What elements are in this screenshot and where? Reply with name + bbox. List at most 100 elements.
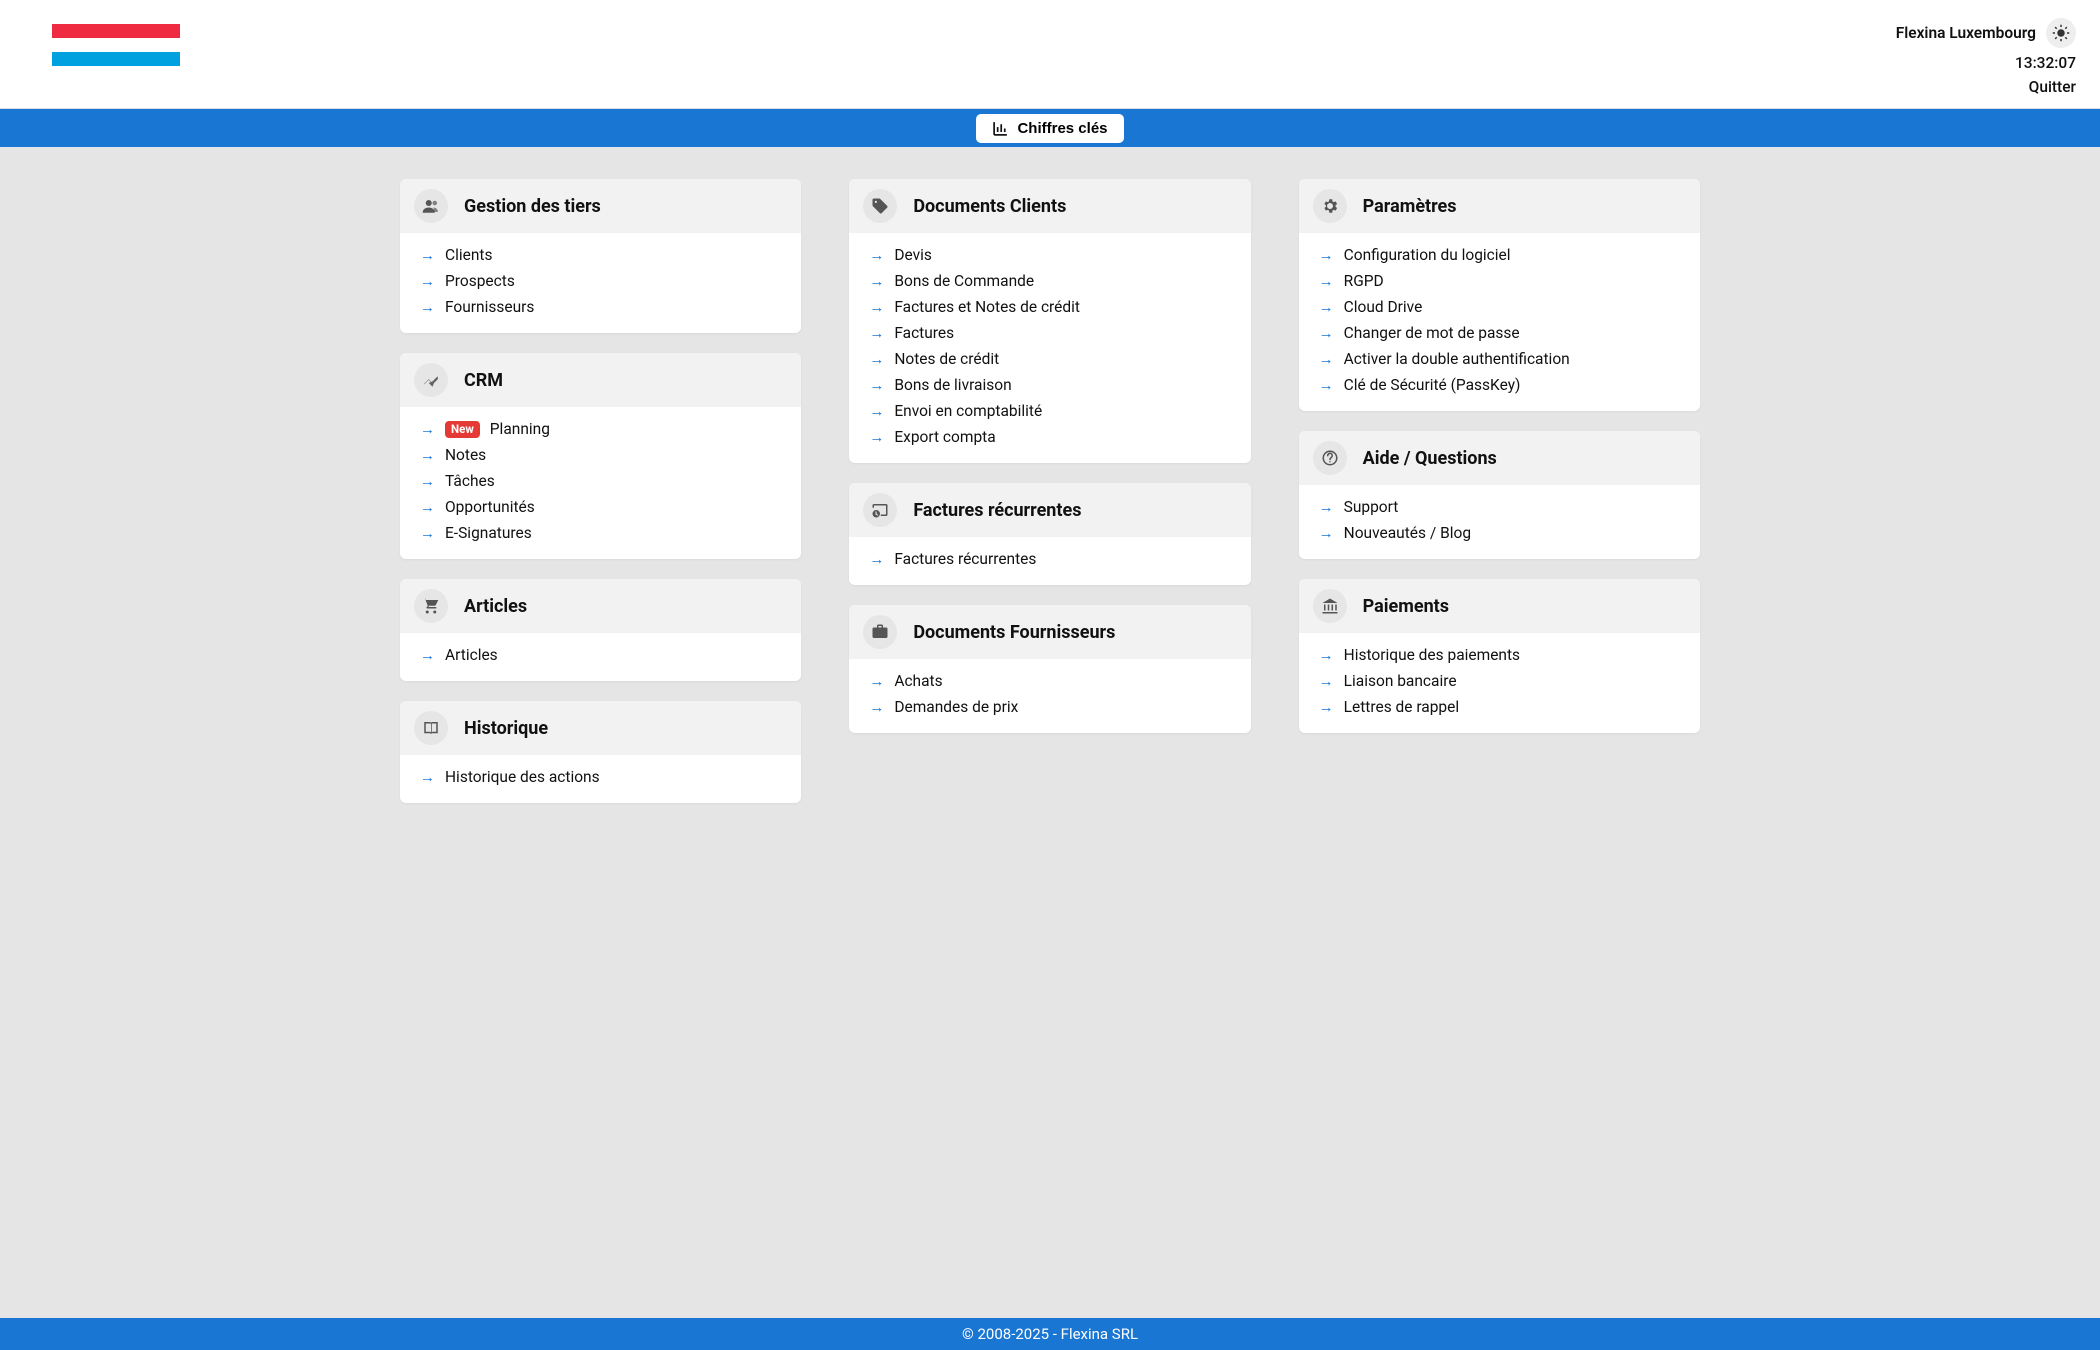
link-activer-la-double-authentification[interactable]: →Activer la double authentification [1313,347,1686,371]
link-opportunites[interactable]: →Opportunités [414,495,787,519]
logout-link[interactable]: Quitter [2029,78,2076,96]
arrow-right-icon: → [869,550,884,568]
arrow-right-icon: → [420,768,435,786]
link-label: Support [1344,498,1399,516]
arrow-right-icon: → [1319,524,1334,542]
arrow-right-icon: → [869,350,884,368]
link-export-compta[interactable]: →Export compta [863,425,1236,449]
link-devis[interactable]: →Devis [863,243,1236,267]
link-planning[interactable]: → New Planning [414,417,787,441]
link-label: Notes de crédit [894,350,999,368]
key-figures-button[interactable]: Chiffres clés [976,114,1123,143]
link-cle-de-securite-passkey[interactable]: →Clé de Sécurité (PassKey) [1313,373,1686,397]
card-body-documents-fournisseurs: →Achats → Demandes de prix [849,659,1250,733]
dashboard-column-0: Gestion des tiers→Clients→Prospects→Four… [400,179,801,803]
link-support[interactable]: → Support [1313,495,1686,519]
dashboard-column-2: Paramètres→Configuration du logiciel→RGP… [1299,179,1700,803]
arrow-right-icon: → [420,246,435,264]
link-label: Bons de livraison [894,376,1011,394]
link-label: Configuration du logiciel [1344,246,1511,264]
arrow-right-icon: → [869,298,884,316]
link-label: Fournisseurs [445,298,534,316]
footer: © 2008-2025 - Flexina SRL [0,1318,2100,1350]
link-label: Planning [490,420,550,438]
link-rgpd[interactable]: →RGPD [1313,269,1686,293]
theme-toggle[interactable] [2046,18,2076,48]
link-label: Liaison bancaire [1344,672,1457,690]
arrow-right-icon: → [1319,698,1334,716]
arrow-right-icon: → [869,376,884,394]
card-body-historique: →Historique des actions [400,755,801,803]
cart-icon [414,589,448,623]
sun-icon [2052,24,2070,42]
link-achats[interactable]: →Achats [863,669,1236,693]
card-body-factures-recurrentes: →Factures récurrentes [849,537,1250,585]
flag-stripe-red [52,24,180,38]
crm-icon [414,363,448,397]
link-label: Notes [445,446,486,464]
card-header-parametres: Paramètres [1299,179,1700,233]
arrow-right-icon: → [420,420,435,438]
card-header-crm: CRM [400,353,801,407]
link-configuration-du-logiciel[interactable]: →Configuration du logiciel [1313,243,1686,267]
link-nouveautes-blog[interactable]: →Nouveautés / Blog [1313,521,1686,545]
card-title-documents-fournisseurs: Documents Fournisseurs [913,622,1115,643]
link-label: Clients [445,246,492,264]
link-bons-de-commande[interactable]: →Bons de Commande [863,269,1236,293]
arrow-right-icon: → [1319,672,1334,690]
link-clients[interactable]: → Clients [414,243,787,267]
arrow-right-icon: → [1319,498,1334,516]
card-title-crm: CRM [464,370,503,391]
link-factures-et-notes-de-credit[interactable]: → Factures et Notes de crédit [863,295,1236,319]
link-label: Cloud Drive [1344,298,1423,316]
link-label: Factures et Notes de crédit [894,298,1080,316]
arrow-right-icon: → [869,324,884,342]
link-fournisseurs[interactable]: →Fournisseurs [414,295,787,319]
card-title-aide-questions: Aide / Questions [1363,448,1497,469]
link-demandes-de-prix[interactable]: → Demandes de prix [863,695,1236,719]
link-label: Prospects [445,272,515,290]
card-body-parametres: →Configuration du logiciel→RGPD→Cloud Dr… [1299,233,1700,411]
link-bons-de-livraison[interactable]: → Bons de livraison [863,373,1236,397]
gear-icon [1313,189,1347,223]
card-header-documents-clients: Documents Clients [849,179,1250,233]
card-header-factures-recurrentes: Factures récurrentes [849,483,1250,537]
link-articles[interactable]: → Articles [414,643,787,667]
badge-new: New [445,421,480,438]
key-figures-label: Chiffres clés [1017,120,1107,137]
book-icon [414,711,448,745]
link-label: Articles [445,646,498,664]
link-prospects[interactable]: →Prospects [414,269,787,293]
recurring-icon [863,493,897,527]
link-historique-des-paiements[interactable]: →Historique des paiements [1313,643,1686,667]
link-notes[interactable]: →Notes [414,443,787,467]
link-historique-des-actions[interactable]: →Historique des actions [414,765,787,789]
link-notes-de-credit[interactable]: → Notes de crédit [863,347,1236,371]
arrow-right-icon: → [869,698,884,716]
link-lettres-de-rappel[interactable]: →Lettres de rappel [1313,695,1686,719]
briefcase-icon [863,615,897,649]
card-aide-questions: Aide / Questions → Support →Nouveautés / Bl… [1299,431,1700,559]
link-label: Opportunités [445,498,535,516]
card-title-paiements: Paiements [1363,596,1449,617]
card-body-paiements: →Historique des paiements → Liaison bancai… [1299,633,1700,733]
link-taches[interactable]: →Tâches [414,469,787,493]
card-body-aide-questions: → Support →Nouveautés / Blog [1299,485,1700,559]
arrow-right-icon: → [420,646,435,664]
flag-stripe-blue [52,52,180,66]
link-label: Tâches [445,472,495,490]
link-label: Factures [894,324,954,342]
link-envoi-en-comptabilite[interactable]: →Envoi en comptabilité [863,399,1236,423]
card-title-historique: Historique [464,718,548,739]
link-e-signatures[interactable]: →E-Signatures [414,521,787,545]
bar-chart-icon [992,120,1009,137]
link-cloud-drive[interactable]: →Cloud Drive [1313,295,1686,319]
link-factures[interactable]: → Factures [863,321,1236,345]
card-title-factures-recurrentes: Factures récurrentes [913,500,1081,521]
card-articles: Articles→ Articles [400,579,801,681]
link-factures-recurrentes[interactable]: →Factures récurrentes [863,547,1236,571]
link-changer-de-mot-de-passe[interactable]: →Changer de mot de passe [1313,321,1686,345]
link-label: Demandes de prix [894,698,1018,716]
link-label: Export compta [894,428,995,446]
link-liaison-bancaire[interactable]: → Liaison bancaire [1313,669,1686,693]
